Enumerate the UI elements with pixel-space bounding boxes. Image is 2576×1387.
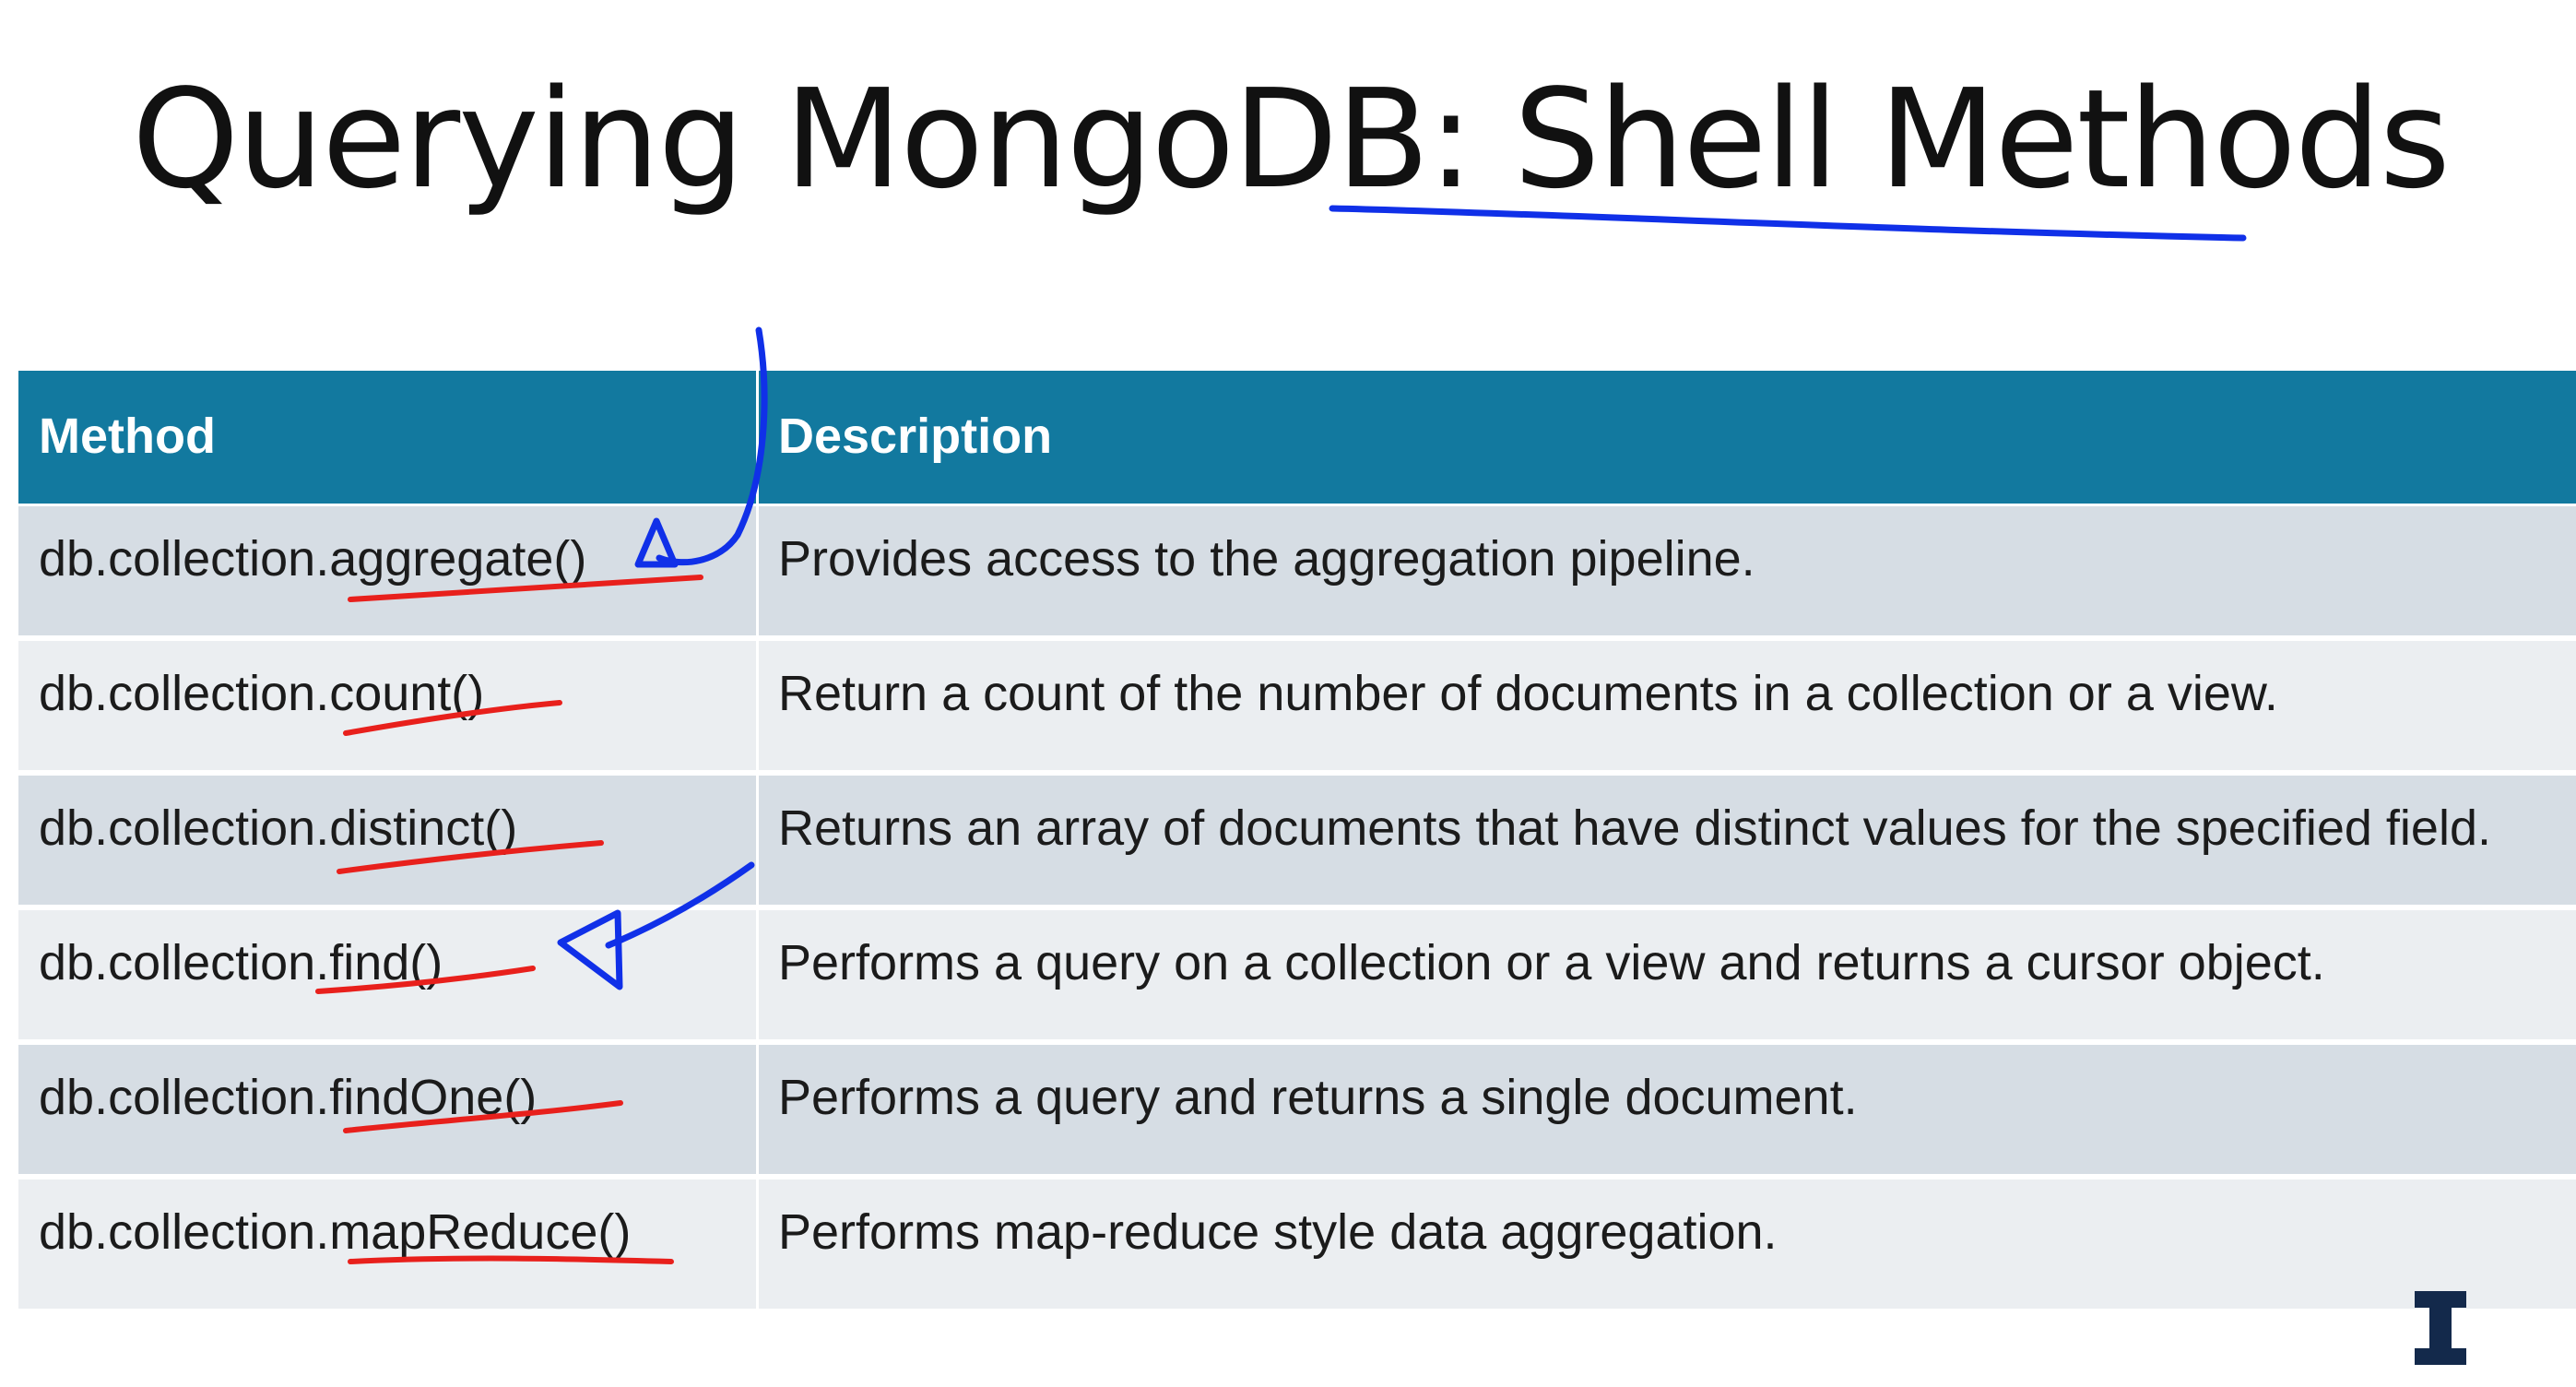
description-cell: Returns an array of documents that have … (778, 800, 2491, 856)
table-row: db.collection.count() Return a count of … (18, 638, 2576, 770)
slide-title: Querying MongoDB: Shell Methods (132, 60, 2451, 219)
table-row: db.collection.mapReduce() Performs map-r… (18, 1177, 2576, 1309)
method-cell: db.collection.findOne() (39, 1070, 538, 1125)
description-cell: Performs map-reduce style data aggregati… (778, 1204, 1778, 1260)
methods-table: Method Description db.collection.aggrega… (18, 371, 2576, 1310)
method-cell: db.collection.aggregate() (39, 531, 587, 587)
method-cell: db.collection.count() (39, 666, 485, 721)
table-row: db.collection.aggregate() Provides acces… (18, 504, 2576, 635)
column-divider (756, 371, 759, 1310)
table-row: db.collection.find() Performs a query on… (18, 907, 2576, 1039)
description-cell: Performs a query on a collection or a vi… (778, 935, 2325, 990)
header-method: Method (39, 409, 216, 464)
method-cell: db.collection.find() (39, 935, 443, 990)
header-description: Description (778, 409, 1053, 464)
description-cell: Return a count of the number of document… (778, 666, 2278, 721)
method-cell: db.collection.mapReduce() (39, 1204, 632, 1260)
table-row: db.collection.findOne() Performs a query… (18, 1042, 2576, 1174)
table-header: Method Description (18, 371, 2576, 504)
footer-strip (0, 1310, 2576, 1387)
method-cell: db.collection.distinct() (39, 800, 518, 856)
description-cell: Provides access to the aggregation pipel… (778, 531, 1755, 587)
table-row: db.collection.distinct() Returns an arra… (18, 773, 2576, 905)
university-logo-icon (2415, 1291, 2466, 1365)
description-cell: Performs a query and returns a single do… (778, 1070, 1858, 1125)
